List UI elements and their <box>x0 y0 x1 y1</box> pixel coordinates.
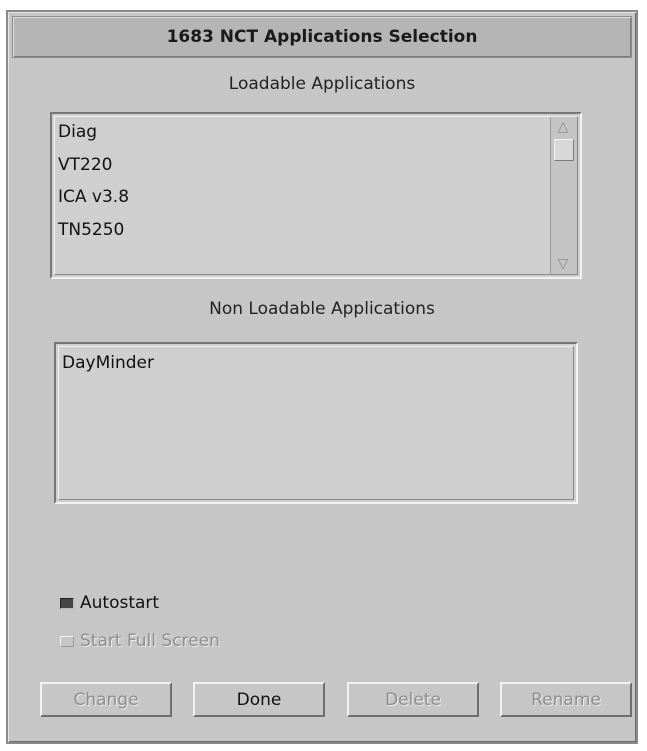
list-item-dayminder[interactable]: DayMinder <box>62 351 154 375</box>
change-button: Change <box>40 682 172 717</box>
non-loadable-applications-list[interactable]: DayMinder <box>54 342 578 504</box>
loadable-applications-label: Loadable Applications <box>228 74 416 94</box>
delete-button: Delete <box>347 682 479 717</box>
loadable-applications-list[interactable]: Diag VT220 ICA v3.8 TN5250 △ ▽ <box>50 112 582 279</box>
list-item-diag[interactable]: Diag <box>58 120 97 144</box>
rename-button: Rename <box>500 682 632 717</box>
done-button[interactable]: Done <box>193 682 325 717</box>
autostart-label: Autostart <box>80 593 160 613</box>
scroll-up-arrow-icon[interactable]: △ <box>553 118 573 136</box>
full-screen-option: Start Full Screen <box>60 631 220 651</box>
applications-selection-window: 1683 NCT Applications Selection Loadable… <box>6 10 638 744</box>
list-item-vt220[interactable]: VT220 <box>58 153 112 177</box>
autostart-checkbox[interactable] <box>60 597 74 609</box>
window-titlebar[interactable]: 1683 NCT Applications Selection <box>12 16 632 58</box>
scroll-down-arrow-icon[interactable]: ▽ <box>553 255 573 273</box>
loadable-list-scrollbar[interactable]: △ ▽ <box>550 117 577 274</box>
list-item-ica[interactable]: ICA v3.8 <box>58 185 129 209</box>
scroll-thumb[interactable] <box>554 139 574 161</box>
non-loadable-applications-label: Non Loadable Applications <box>209 299 435 319</box>
window-title: 1683 NCT Applications Selection <box>166 27 478 47</box>
loadable-list-frame <box>54 116 578 275</box>
autostart-option[interactable]: Autostart <box>60 593 159 613</box>
list-item-tn5250[interactable]: TN5250 <box>58 218 124 242</box>
full-screen-checkbox <box>60 635 74 647</box>
full-screen-label: Start Full Screen <box>80 631 220 651</box>
